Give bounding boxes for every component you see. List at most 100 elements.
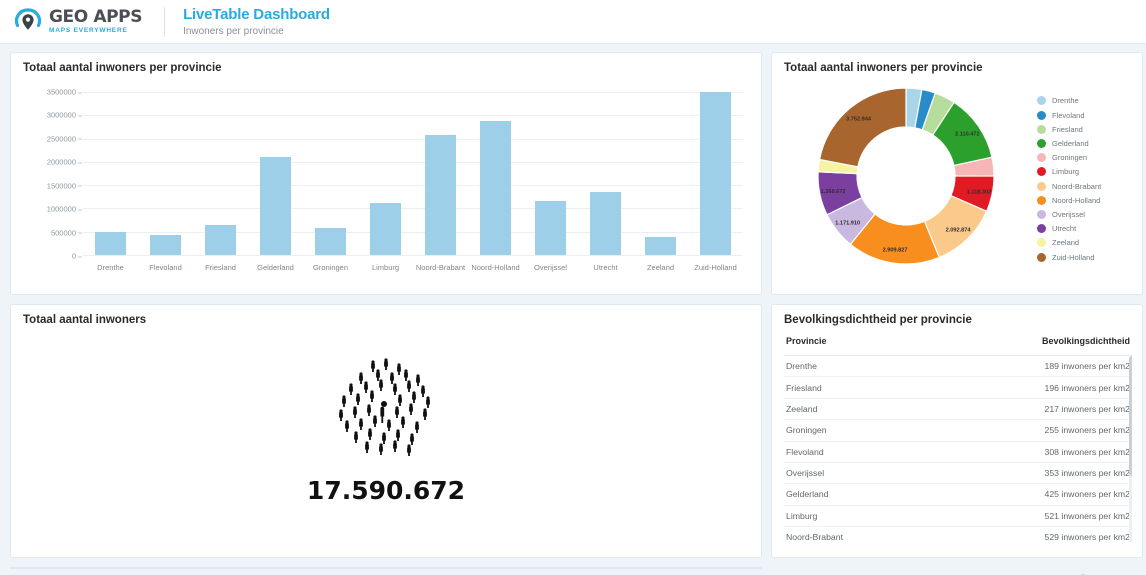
bar-chart-bars: Drenthe Flevoland Friesland Gelderland Groni… <box>83 92 743 272</box>
donut-slice-label: 3.752.944 <box>846 117 872 123</box>
bar-slot[interactable]: Zeeland <box>633 92 688 272</box>
bar[interactable] <box>205 224 236 255</box>
table-row[interactable]: Overijssel 353 inwoners per km2 <box>784 462 1132 485</box>
person-icon <box>345 420 349 432</box>
bar-slot[interactable]: Groningen <box>303 92 358 272</box>
person-icon <box>371 360 375 372</box>
donut-slice-label: 2.110.472 <box>955 132 980 138</box>
legend-item[interactable]: Groningen <box>1037 151 1136 164</box>
person-icon <box>384 358 388 370</box>
legend-color-swatch <box>1037 209 1046 219</box>
density-table-scroll[interactable]: Provincie Bevolkingsdichtheid Drenthe 189… <box>784 334 1132 542</box>
x-axis-tick-label: Friesland <box>205 263 236 272</box>
cell-dichtheid: 308 inwoners per km2 <box>922 441 1132 463</box>
bar-slot[interactable]: Drenthe <box>83 92 138 272</box>
y-axis-tick-label: 1500000 <box>47 181 83 190</box>
column-header-provincie[interactable]: Provincie <box>784 334 923 356</box>
legend-item[interactable]: Zuid-Holland <box>1037 250 1136 263</box>
y-axis-tick-label: 500000 <box>51 228 83 237</box>
legend-color-swatch <box>1037 181 1046 191</box>
legend-item-label: Overijssel <box>1052 209 1085 219</box>
legend-item[interactable]: Friesland <box>1037 123 1136 136</box>
table-row[interactable]: Gelderland 425 inwoners per km2 <box>784 483 1132 506</box>
table-row[interactable]: Limburg 521 inwoners per km2 <box>784 505 1132 528</box>
bar-slot[interactable]: Limburg <box>358 92 413 272</box>
bar-slot[interactable]: Flevoland <box>138 92 193 272</box>
legend-item[interactable]: Flevoland <box>1037 109 1136 122</box>
bar-slot[interactable]: Zuid-Holland <box>688 92 743 272</box>
person-icon <box>364 381 368 393</box>
x-axis-tick-label: Noord-Brabant <box>415 263 466 272</box>
legend-item[interactable]: Gelderland <box>1037 137 1136 150</box>
table-body: Drenthe 189 inwoners per km2 Friesland 196 … <box>784 355 1132 542</box>
bar-slot[interactable]: Overijssel <box>523 92 578 272</box>
legend-item[interactable]: Noord-Holland <box>1037 194 1136 207</box>
person-icon <box>415 421 419 433</box>
cell-provincie: Drenthe <box>784 355 923 378</box>
person-icon <box>373 415 377 427</box>
cell-dichtheid: 189 inwoners per km2 <box>922 355 1132 378</box>
bar[interactable] <box>645 237 676 255</box>
bar[interactable] <box>150 235 181 255</box>
table-row[interactable]: Drenthe 189 inwoners per km2 <box>784 355 1132 378</box>
bar[interactable] <box>95 232 126 255</box>
donut-chart: 2.110.472 1.118.302 2.092.874 2.909.827 1.17… <box>772 74 1142 274</box>
table-row[interactable]: Noord-Brabant 529 inwoners per km2 <box>784 526 1132 542</box>
person-icon <box>390 372 394 384</box>
bar[interactable] <box>425 135 456 255</box>
map-panel[interactable]: Noordzee Wadden + − LEGENDA <box>10 567 762 569</box>
column-header-dichtheid[interactable]: Bevolkingsdichtheid <box>922 334 1132 356</box>
bar[interactable] <box>590 191 621 255</box>
table-row[interactable]: Flevoland 308 inwoners per km2 <box>784 441 1132 463</box>
table-row[interactable]: Friesland 196 inwoners per km2 <box>784 376 1132 399</box>
legend-color-swatch <box>1037 153 1046 163</box>
total-inhabitants-value: 17.590.672 <box>306 476 466 505</box>
person-icon <box>367 404 371 416</box>
bar-slot[interactable]: Noord-Brabant <box>413 92 468 272</box>
legend-item[interactable]: Utrecht <box>1037 222 1136 235</box>
legend-item[interactable]: Zeeland <box>1037 236 1136 249</box>
counter-body: 17.590.672 <box>11 326 761 541</box>
donut-slice[interactable] <box>818 87 907 168</box>
table-scrollbar[interactable] <box>1129 356 1132 542</box>
x-axis-tick-label: Groningen <box>312 263 349 272</box>
bar[interactable] <box>260 157 291 255</box>
person-icon <box>396 429 400 441</box>
legend-item[interactable]: Drenthe <box>1037 94 1136 107</box>
bar[interactable] <box>700 92 731 255</box>
table-row[interactable]: Zeeland 217 inwoners per km2 <box>784 398 1132 421</box>
person-icon <box>395 406 399 418</box>
legend-item[interactable]: Limburg <box>1037 165 1136 178</box>
donut-legend: Drenthe Flevoland Friesland Gelderland Groni… <box>1033 78 1136 274</box>
bar[interactable] <box>370 202 401 255</box>
brand-tagline: MAPS EVERYWHERE <box>49 26 128 34</box>
person-icon <box>359 418 363 430</box>
person-icon <box>359 372 363 384</box>
app-footer: Powered by GEO APPS <box>0 569 1146 575</box>
table-scrollbar-thumb[interactable] <box>1129 356 1132 476</box>
legend-item[interactable]: Overijssel <box>1037 208 1136 221</box>
person-icon <box>393 383 397 395</box>
y-axis-tick-label: 3000000 <box>47 111 83 120</box>
legend-item-label: Limburg <box>1052 167 1080 177</box>
cell-dichtheid: 353 inwoners per km2 <box>922 462 1132 485</box>
density-table-panel: Bevolkingsdichtheid per provincie Provin… <box>771 304 1143 558</box>
bar-slot[interactable]: Noord-Holland <box>468 92 523 272</box>
cell-dichtheid: 217 inwoners per km2 <box>922 398 1132 421</box>
legend-color-swatch <box>1037 195 1046 205</box>
person-icon <box>376 369 380 381</box>
person-icon <box>426 396 430 408</box>
bar-slot[interactable]: Friesland <box>193 92 248 272</box>
header-divider <box>164 6 166 37</box>
bar[interactable] <box>535 200 566 255</box>
legend-color-swatch <box>1037 224 1046 234</box>
table-row[interactable]: Groningen 255 inwoners per km2 <box>784 419 1132 442</box>
bar[interactable] <box>480 120 511 255</box>
y-axis-tick-label: 3500000 <box>47 88 83 97</box>
bar[interactable] <box>315 227 346 255</box>
bar-slot[interactable]: Utrecht <box>578 92 633 272</box>
bar-slot[interactable]: Gelderland <box>248 92 303 272</box>
donut-slice-label: 2.092.874 <box>945 227 971 233</box>
cell-dichtheid: 425 inwoners per km2 <box>922 483 1132 506</box>
legend-item[interactable]: Noord-Brabant <box>1037 180 1136 193</box>
